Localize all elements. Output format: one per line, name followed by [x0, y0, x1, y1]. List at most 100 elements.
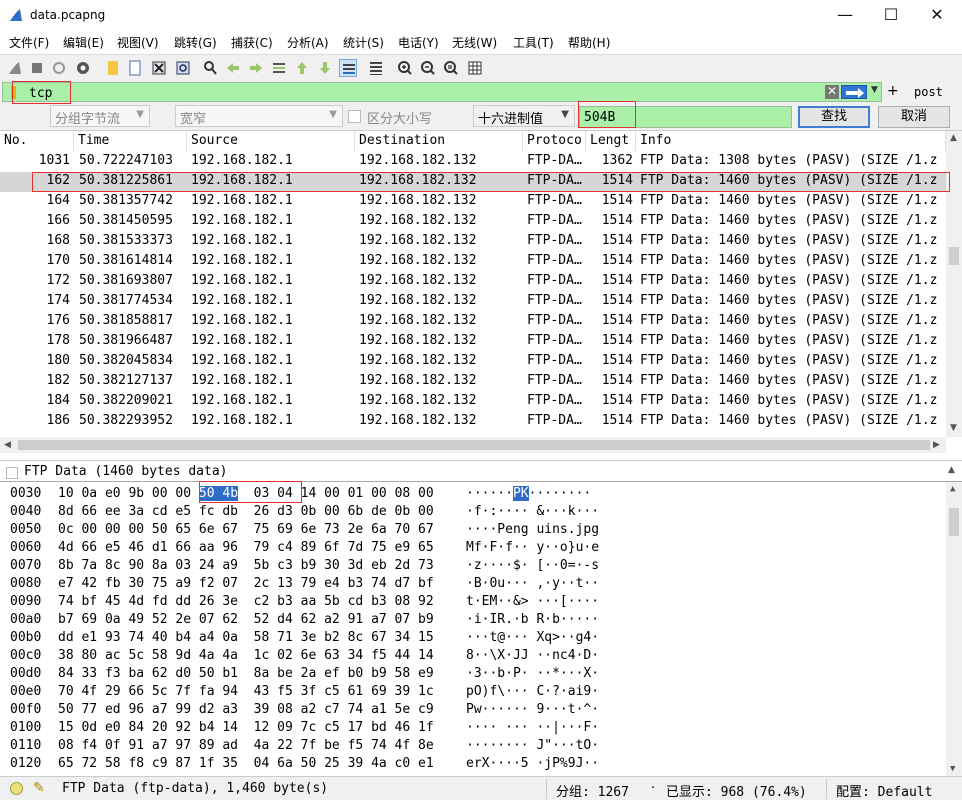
hex-ascii-text: ·f·:···· &···k···	[466, 504, 600, 519]
go-first-icon[interactable]	[293, 59, 311, 77]
stop-icon[interactable]	[28, 59, 46, 77]
hscroll-thumb[interactable]	[18, 440, 930, 450]
find-button[interactable]: 查找	[798, 106, 870, 128]
col-protocol[interactable]: Protoco	[523, 131, 586, 151]
colorize-icon[interactable]	[367, 59, 385, 77]
hex-ascii-text: ······	[466, 486, 513, 501]
col-info[interactable]: Info	[636, 131, 946, 151]
tree-expander-icon[interactable]	[6, 467, 18, 479]
menu-capture[interactable]: 捕获(C)	[231, 34, 273, 51]
zoom-out-icon[interactable]	[419, 59, 437, 77]
expert-info-icon[interactable]	[10, 782, 23, 795]
char-width-select[interactable]: 宽窄 ▼	[175, 105, 343, 127]
col-destination[interactable]: Destination	[355, 131, 523, 151]
restart-icon[interactable]	[50, 59, 68, 77]
table-row[interactable]: 174 50.381774534 192.168.182.1 192.168.182.…	[0, 292, 946, 312]
table-row[interactable]: 182 50.382127137 192.168.182.1 192.168.182.…	[0, 372, 946, 392]
packet-list-hscrollbar[interactable]: ◀ ▶	[0, 437, 946, 453]
capture-options-icon[interactable]	[74, 59, 92, 77]
scroll-up-icon[interactable]: ▲	[948, 465, 955, 475]
table-row[interactable]: 170 50.381614814 192.168.182.1 192.168.182.…	[0, 252, 946, 272]
table-row[interactable]: 184 50.382209021 192.168.182.1 192.168.182.…	[0, 392, 946, 412]
maximize-icon[interactable]: ☐	[868, 0, 914, 31]
go-forward-icon[interactable]	[247, 59, 265, 77]
cell-info: FTP Data: 1460 bytes (PASV) (SIZE /1.z	[640, 353, 938, 368]
zoom-normal-icon[interactable]	[442, 59, 460, 77]
packet-list-vscrollbar[interactable]: ▲ ▼	[946, 131, 962, 437]
scroll-left-icon[interactable]: ◀	[4, 440, 11, 450]
col-time[interactable]: Time	[74, 131, 187, 151]
hex-bytes-text: 84 33 f3 ba 62 d0 50 b1 8a be 2a ef b0 b…	[58, 666, 434, 681]
cell-destination: 192.168.182.132	[359, 153, 477, 168]
apply-filter-icon[interactable]	[841, 85, 867, 99]
menu-analyze[interactable]: 分析(A)	[287, 34, 329, 51]
col-no[interactable]: No.	[0, 131, 74, 151]
hex-bytes: 0c 00 00 00 50 65 6e 67 75 69 6e 73 2e 6…	[58, 522, 434, 537]
menu-go[interactable]: 跳转(G)	[174, 34, 217, 51]
filter-history-chevron-icon[interactable]: ▼	[871, 85, 878, 95]
search-type-select[interactable]: 十六进制值 ▼	[473, 105, 575, 127]
col-source[interactable]: Source	[187, 131, 355, 151]
scroll-right-icon[interactable]: ▶	[933, 440, 940, 450]
table-row[interactable]: 164 50.381357742 192.168.182.1 192.168.182.…	[0, 192, 946, 212]
scroll-down-icon[interactable]: ▼	[950, 764, 955, 774]
menu-view[interactable]: 视图(V)	[117, 34, 159, 51]
display-filter-bar: tcp ✕ ▼ + post	[0, 81, 962, 103]
find-packet-icon[interactable]	[201, 59, 219, 77]
go-back-icon[interactable]	[224, 59, 242, 77]
filter-value[interactable]: tcp	[29, 86, 52, 101]
menu-statistics[interactable]: 统计(S)	[343, 34, 384, 51]
hex-bytes: 08 f4 0f 91 a7 97 89 ad 4a 22 7f be f5 7…	[58, 738, 434, 753]
open-file-icon[interactable]	[104, 59, 122, 77]
scroll-thumb[interactable]	[949, 247, 959, 265]
bytes-vscrollbar[interactable]: ▲ ▼	[946, 482, 962, 776]
close-icon[interactable]: ✕	[914, 0, 960, 31]
menu-wireless[interactable]: 无线(W)	[452, 34, 497, 51]
cancel-button[interactable]: 取消	[878, 106, 950, 128]
cell-info: FTP Data: 1460 bytes (PASV) (SIZE /1.z	[640, 333, 938, 348]
clear-filter-icon[interactable]: ✕	[825, 85, 839, 99]
go-last-icon[interactable]	[316, 59, 334, 77]
table-row[interactable]: 1031 50.722247103 192.168.182.1 192.168.182…	[0, 152, 946, 172]
filter-button-post[interactable]: post	[914, 85, 943, 99]
add-filter-button-icon[interactable]: +	[887, 83, 899, 99]
reload-icon[interactable]	[174, 59, 192, 77]
scroll-down-icon[interactable]: ▼	[950, 423, 957, 433]
minimize-icon[interactable]: —	[822, 0, 868, 31]
table-row[interactable]: 178 50.381966487 192.168.182.1 192.168.182.…	[0, 332, 946, 352]
table-row[interactable]: 166 50.381450595 192.168.182.1 192.168.182.…	[0, 212, 946, 232]
scroll-thumb[interactable]	[949, 508, 959, 536]
close-file-icon[interactable]	[150, 59, 168, 77]
autoscroll-icon[interactable]	[339, 59, 357, 77]
menu-edit[interactable]: 编辑(E)	[63, 34, 104, 51]
shark-fin-start-icon[interactable]	[6, 59, 24, 77]
edit-comment-icon[interactable]: ✎	[33, 780, 45, 796]
display-filter-input[interactable]: tcp ✕ ▼	[2, 82, 882, 102]
search-type-value: 十六进制值	[478, 112, 544, 127]
hex-bytes-text: 08 f4 0f 91 a7 97 89 ad 4a 22 7f be f5 7…	[58, 738, 434, 753]
table-row[interactable]: 172 50.381693807 192.168.182.1 192.168.182.…	[0, 272, 946, 292]
zoom-in-icon[interactable]	[396, 59, 414, 77]
table-row[interactable]: 168 50.381533373 192.168.182.1 192.168.182.…	[0, 232, 946, 252]
col-length[interactable]: Lengt	[586, 131, 636, 151]
resize-columns-icon[interactable]	[466, 59, 484, 77]
detail-line[interactable]: FTP Data (1460 bytes data)	[24, 464, 228, 479]
menu-tools[interactable]: 工具(T)	[513, 34, 554, 51]
menu-help[interactable]: 帮助(H)	[568, 34, 610, 51]
status-profile[interactable]: 配置: Default	[836, 781, 932, 800]
menu-telephony[interactable]: 电话(Y)	[398, 34, 439, 51]
file-icon[interactable]	[126, 59, 144, 77]
case-sensitive-checkbox[interactable]	[348, 110, 361, 123]
search-scope-select[interactable]: 分组字节流 ▼	[50, 105, 150, 127]
table-row[interactable]: 186 50.382293952 192.168.182.1 192.168.182.…	[0, 412, 946, 432]
search-input[interactable]: 504B	[579, 106, 792, 128]
table-row[interactable]: 180 50.382045834 192.168.182.1 192.168.182.…	[0, 352, 946, 372]
hex-ascii-text: t·EM··&> ···[····	[466, 594, 600, 609]
menu-file[interactable]: 文件(F)	[9, 34, 49, 51]
scroll-up-icon[interactable]: ▲	[950, 484, 955, 494]
bookmark-icon[interactable]	[11, 86, 16, 99]
scroll-up-icon[interactable]: ▲	[950, 133, 957, 143]
table-row[interactable]: 176 50.381858817 192.168.182.1 192.168.182.…	[0, 312, 946, 332]
table-row[interactable]: 162 50.381225861 192.168.182.1 192.168.182.…	[0, 172, 946, 192]
go-to-packet-icon[interactable]	[270, 59, 288, 77]
